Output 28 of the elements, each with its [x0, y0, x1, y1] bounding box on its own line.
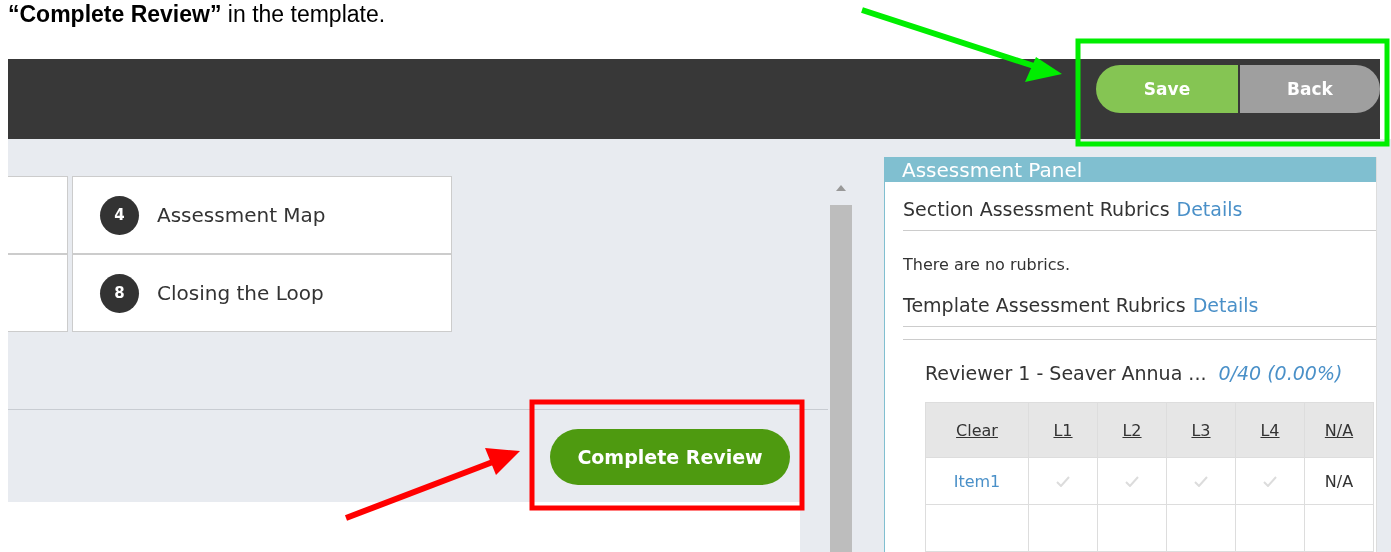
table-cell: N/A: [1304, 457, 1374, 505]
column-link[interactable]: Clear: [956, 420, 998, 440]
step-number: 8: [100, 273, 139, 313]
column-link[interactable]: N/A: [1324, 420, 1354, 440]
check-icon[interactable]: [1194, 475, 1208, 487]
section-label: Template Assessment Rubrics: [903, 294, 1186, 316]
check-icon[interactable]: [1125, 475, 1139, 487]
caption-text: “Complete Review” in the template.: [7, 0, 387, 29]
check-icon[interactable]: [1056, 475, 1070, 487]
step-card[interactable]: [8, 254, 68, 332]
step-label: Closing the Loop: [157, 281, 324, 305]
scroll-up-icon[interactable]: [836, 185, 846, 191]
reviewer-name: Reviewer 1 - Seaver Annua ...: [925, 362, 1207, 384]
step-number: 4: [100, 195, 139, 235]
check-icon[interactable]: [1263, 475, 1277, 487]
step-card[interactable]: 4 Assessment Map: [72, 176, 452, 254]
empty-message: There are no rubrics.: [903, 255, 1071, 274]
section-label: Section Assessment Rubrics: [903, 198, 1170, 220]
step-label: Assessment Map: [157, 203, 326, 227]
score-text: 0/40 (0.00%): [1218, 362, 1343, 384]
column-link[interactable]: L2: [1122, 420, 1142, 440]
column-link[interactable]: L4: [1260, 420, 1280, 440]
column-link[interactable]: L3: [1191, 420, 1211, 440]
column-link[interactable]: L1: [1053, 420, 1073, 440]
complete-review-button[interactable]: Complete Review: [550, 429, 790, 485]
step-card[interactable]: 8 Closing the Loop: [72, 254, 452, 332]
step-card[interactable]: [8, 176, 68, 254]
panel-title: Assessment Panel: [885, 157, 1376, 182]
